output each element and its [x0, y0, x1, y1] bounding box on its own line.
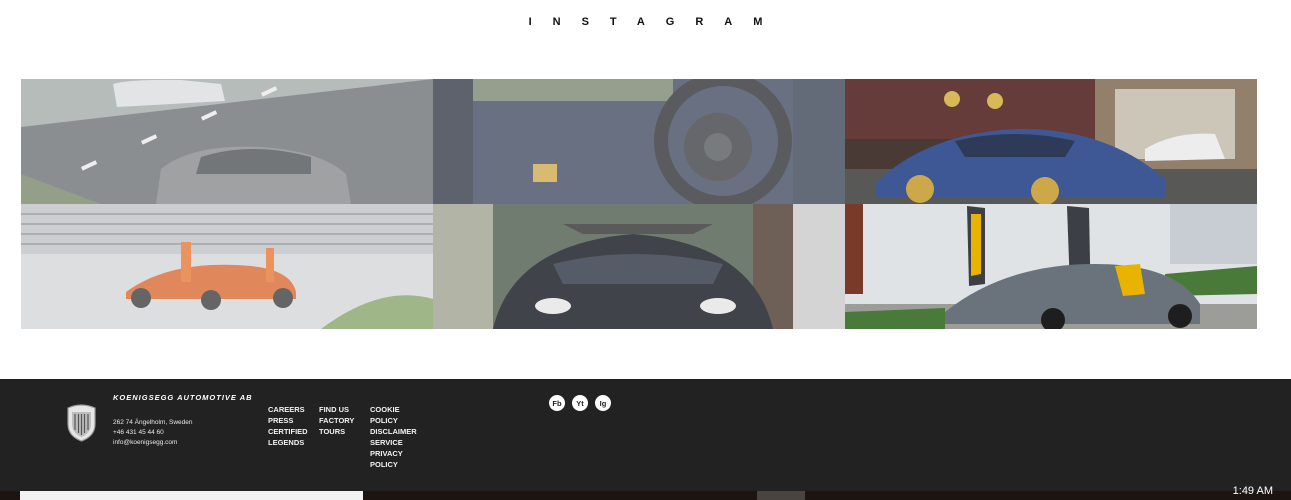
link-certified[interactable]: CERTIFIED [268, 426, 308, 437]
email-address[interactable]: info@koenigsegg.com [113, 438, 193, 448]
facebook-icon[interactable]: Fb [549, 395, 565, 411]
company-address: 262 74 Ängelholm, Sweden +46 431 45 44 6… [113, 418, 193, 448]
footer-links-column-1: CAREERS PRESS CERTIFIED LEGENDS [268, 404, 308, 448]
youtube-icon[interactable]: Yt [572, 395, 588, 411]
koenigsegg-shield-logo[interactable] [66, 404, 97, 442]
instagram-icon[interactable]: Ig [595, 395, 611, 411]
taskbar-search-box[interactable] [20, 491, 363, 500]
taskbar-clock: 1:49 AM [1232, 485, 1273, 497]
instagram-heading: INSTAGRAM [528, 16, 784, 28]
social-links: Fb Yt Ig [549, 395, 611, 411]
link-find-us[interactable]: FIND US [319, 404, 354, 415]
photo-steering-wheel[interactable] [433, 79, 845, 204]
photo-highway-cars[interactable] [21, 79, 433, 204]
footer-links-column-3: COOKIE POLICY DISCLAIMER SERVICE PRIVACY… [370, 404, 417, 470]
footer-links-column-2: FIND US FACTORY TOURS [319, 404, 354, 437]
site-footer: KOENIGSEGG AUTOMOTIVE AB 262 74 Ängelhol… [0, 379, 1291, 491]
os-taskbar: 1:49 AM [0, 485, 1291, 500]
link-service[interactable]: SERVICE [370, 437, 417, 448]
company-name: KOENIGSEGG AUTOMOTIVE AB [113, 393, 253, 402]
link-legends[interactable]: LEGENDS [268, 437, 308, 448]
address-line: 262 74 Ängelholm, Sweden [113, 419, 193, 426]
link-disclaimer[interactable]: DISCLAIMER [370, 426, 417, 437]
link-privacy-policy-2[interactable]: POLICY [370, 459, 417, 470]
photo-orange-car-doors-open[interactable] [21, 204, 433, 329]
link-factory[interactable]: FACTORY [319, 415, 354, 426]
instagram-gallery [21, 79, 1257, 329]
link-tours[interactable]: TOURS [319, 426, 354, 437]
phone-number[interactable]: +46 431 45 44 60 [113, 428, 193, 438]
link-press[interactable]: PRESS [268, 415, 308, 426]
photo-grey-car-doors-up[interactable] [845, 204, 1257, 329]
photo-blue-car-garage[interactable] [845, 79, 1257, 204]
link-privacy-policy[interactable]: PRIVACY [370, 448, 417, 459]
link-cookie-policy[interactable]: COOKIE [370, 404, 417, 415]
link-cookie-policy-2[interactable]: POLICY [370, 415, 417, 426]
photo-car-front-view[interactable] [433, 204, 845, 329]
link-careers[interactable]: CAREERS [268, 404, 308, 415]
taskbar-active-app[interactable] [757, 491, 805, 500]
